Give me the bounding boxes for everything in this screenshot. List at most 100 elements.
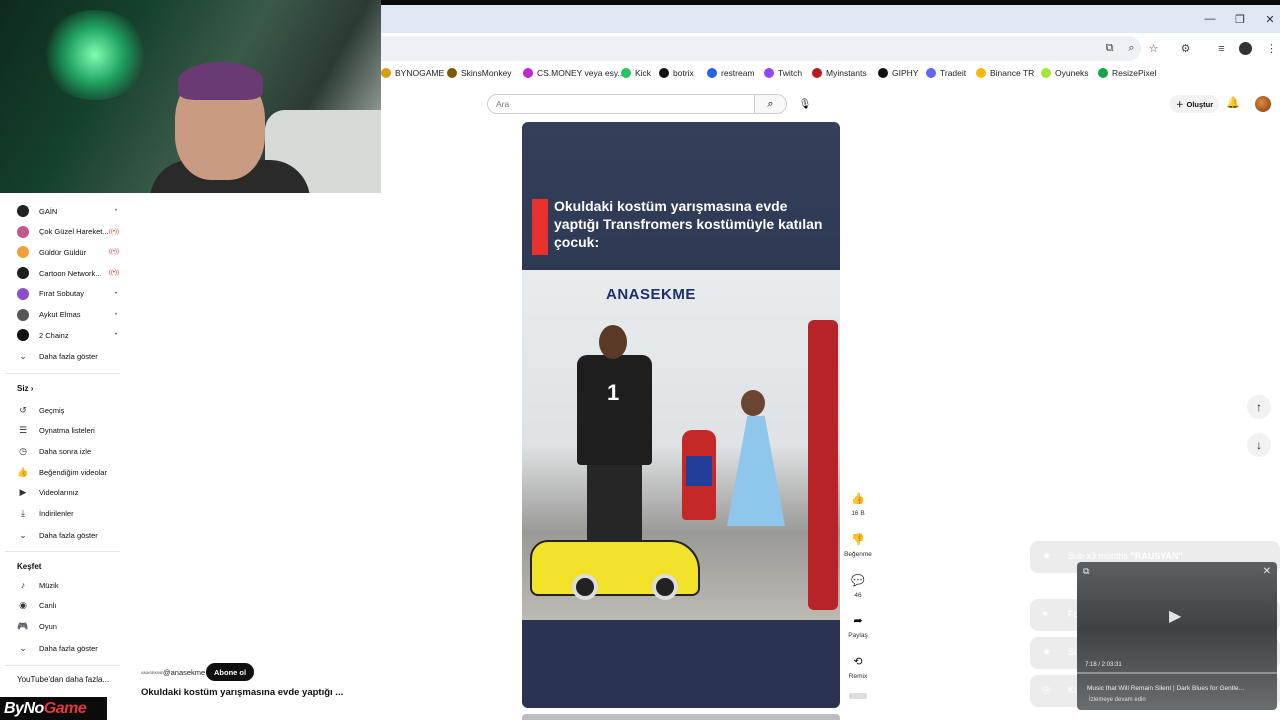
bookmark-star-icon[interactable]: ☆ xyxy=(1147,42,1160,55)
sidebar-item[interactable]: ◉ Canlı xyxy=(17,599,117,613)
extensions-icon[interactable]: ⚙ xyxy=(1179,42,1192,55)
sidebar-item[interactable]: ▶ Videolarınız xyxy=(17,486,117,500)
next-short-preview[interactable] xyxy=(522,714,840,720)
sidebar-item[interactable]: ☰ Oynatma listeleri xyxy=(17,424,117,438)
sidebar-item-label: Daha fazla göster xyxy=(39,530,98,540)
previous-short-button[interactable]: ↑ xyxy=(1247,395,1271,419)
address-bar[interactable] xyxy=(381,36,1141,61)
bookmark-item[interactable]: GIPHY xyxy=(878,68,918,78)
create-label: Oluştur xyxy=(1186,99,1214,109)
channel-avatar[interactable]: ANASEKME xyxy=(141,665,163,679)
sidebar-item[interactable]: ♪ Müzik xyxy=(17,578,117,592)
sidebar-show-more[interactable]: ⌄ Daha fazla göster xyxy=(17,528,117,542)
remix-button[interactable]: ⟲ Remix xyxy=(843,651,873,681)
bookmark-item[interactable]: Tradeit xyxy=(926,68,966,78)
account-avatar[interactable] xyxy=(1255,96,1271,112)
sidebar-subscription[interactable]: Fırat Sobutay • xyxy=(17,287,117,301)
microphone-icon: 🎙 xyxy=(798,98,812,110)
mini-player-progress[interactable] xyxy=(1077,672,1277,674)
sidebar-subscription[interactable]: Cartoon Network... ((•)) xyxy=(17,266,119,280)
dislike-button[interactable]: 👎 Beğenme xyxy=(843,529,873,559)
bookmark-label: CS.MONEY veya esy... xyxy=(537,68,625,78)
sidebar-section-you[interactable]: Siz › xyxy=(17,384,33,393)
sidebar-subscription[interactable]: 2 Chainz • xyxy=(17,328,117,342)
plus-icon: ＋ xyxy=(1176,99,1184,109)
bookmark-item[interactable]: ResizePixel xyxy=(1098,68,1156,78)
search-input[interactable]: Ara xyxy=(487,94,755,114)
create-button[interactable]: ＋ Oluştur xyxy=(1170,95,1220,113)
gamepad-icon: 🎮 xyxy=(17,620,29,631)
channel-handle[interactable]: @anasekme xyxy=(163,668,205,677)
profile-avatar[interactable] xyxy=(1239,42,1252,55)
share-label: Paylaş xyxy=(848,632,868,639)
sidebar-item-label: İndirilenler xyxy=(39,509,74,518)
sound-thumbnail[interactable] xyxy=(849,693,867,699)
alert-text: Sub x3 months "RAUSYAN" xyxy=(1068,551,1183,561)
window-titlebar: — ❐ ✕ xyxy=(381,5,1280,33)
bookmark-item[interactable]: Myinstants xyxy=(812,68,867,78)
install-app-icon[interactable]: ⧉ xyxy=(1103,42,1116,55)
comments-button[interactable]: 💬 46 xyxy=(843,570,873,600)
search-icon: ⌕ xyxy=(767,97,774,110)
bookmark-label: Twitch xyxy=(778,68,803,78)
download-icon: ⤓ xyxy=(21,508,25,518)
new-content-dot: • xyxy=(114,208,117,214)
play-icon[interactable]: ▶ xyxy=(1169,606,1181,626)
sidebar-subscription[interactable]: Güldür Güldür ((•)) xyxy=(17,245,119,259)
short-caption[interactable]: Okuldaki kostüm yarışmasına evde yaptığı… xyxy=(141,687,343,698)
sidebar-item[interactable]: ↺ Geçmiş xyxy=(17,403,117,417)
chevron-down-icon: ⌄ xyxy=(19,529,27,540)
short-video-player[interactable]: Okuldaki kostüm yarışmasına evde yaptığı… xyxy=(522,122,840,708)
subscribe-button[interactable]: Abone ol xyxy=(206,663,255,681)
next-short-button[interactable]: ↓ xyxy=(1247,433,1271,457)
sidebar-subscription[interactable]: Aykut Elmas • xyxy=(17,308,117,322)
bookmark-item[interactable]: Oyuneks xyxy=(1041,68,1089,78)
bookmark-item[interactable]: Twitch xyxy=(764,68,802,78)
bookmark-item[interactable]: restream xyxy=(707,68,755,78)
sidebar-item[interactable]: 👍 Beğendiğim videolar xyxy=(17,465,117,479)
close-mini-player-icon[interactable]: ✕ xyxy=(1263,566,1271,577)
minimize-button[interactable]: — xyxy=(1203,12,1217,26)
bookmark-favicon-icon xyxy=(523,68,533,78)
new-content-dot: • xyxy=(114,332,117,339)
bookmark-favicon-icon xyxy=(447,68,457,78)
chevron-right-icon: › xyxy=(28,384,34,393)
sidebar-item[interactable]: ⤓ İndirilenler xyxy=(17,507,117,521)
menu-icon[interactable]: ⋮ xyxy=(1265,42,1278,55)
voice-search-button[interactable]: 🎙 xyxy=(795,94,815,114)
overlay-title-text: Okuldaki kostüm yarışmasına evde yaptığı… xyxy=(554,198,823,250)
sidebar-subscription[interactable]: Çok Güzel Hareket... ((•)) xyxy=(17,225,119,239)
bookmark-item[interactable]: Kick xyxy=(621,68,651,78)
restore-button[interactable]: ❐ xyxy=(1233,12,1247,26)
share-button[interactable]: ➦ Paylaş xyxy=(843,610,873,640)
channel-avatar xyxy=(17,308,29,321)
red-pillar xyxy=(808,320,838,610)
picture-in-picture-icon[interactable]: ⧉ xyxy=(1083,566,1089,577)
notifications-bell-icon[interactable]: 🔔 xyxy=(1226,96,1240,109)
continue-watching-label: İzlemeye devam edin xyxy=(1089,697,1146,703)
bookmark-favicon-icon xyxy=(381,68,391,78)
section-heading: Keşfet xyxy=(17,562,42,571)
media-controls-icon[interactable]: ≡ xyxy=(1215,42,1228,55)
sidebar-subscription[interactable]: GAİN • xyxy=(17,204,117,218)
bookmark-item[interactable]: botrix xyxy=(659,68,694,78)
bookmark-item[interactable]: Binance TR xyxy=(976,68,1034,78)
thumbs-down-icon: 👎 xyxy=(851,533,865,546)
like-button[interactable]: 👍 16 B xyxy=(843,488,873,518)
chevron-down-icon: ⌄ xyxy=(19,350,27,361)
sidebar-item[interactable]: ◷ Daha sonra izle xyxy=(17,444,117,458)
bookmark-label: Binance TR xyxy=(990,68,1035,78)
zoom-icon[interactable]: ⌕ xyxy=(1125,42,1138,55)
bookmark-item[interactable]: BYNOGAME xyxy=(381,68,444,78)
sidebar-show-more[interactable]: ⌄ Daha fazla göster xyxy=(17,641,117,655)
brand-part-2: Game xyxy=(43,699,87,717)
close-window-button[interactable]: ✕ xyxy=(1263,12,1277,26)
bookmark-item[interactable]: CS.MONEY veya esy... xyxy=(523,68,625,78)
mini-player-overlay[interactable]: ⧉ ✕ ▶ 7:18 / 2:03:31 Music that Will Rem… xyxy=(1077,562,1277,710)
sidebar-item[interactable]: 🎮 Oyun xyxy=(17,619,117,633)
remix-icon: ⟲ xyxy=(853,655,863,668)
sidebar-show-more[interactable]: ⌄ Daha fazla göster xyxy=(17,349,117,363)
search-button[interactable]: ⌕ xyxy=(755,94,787,114)
brand-part-1: ByNo xyxy=(4,699,44,717)
bookmark-item[interactable]: SkinsMonkey xyxy=(447,68,512,78)
